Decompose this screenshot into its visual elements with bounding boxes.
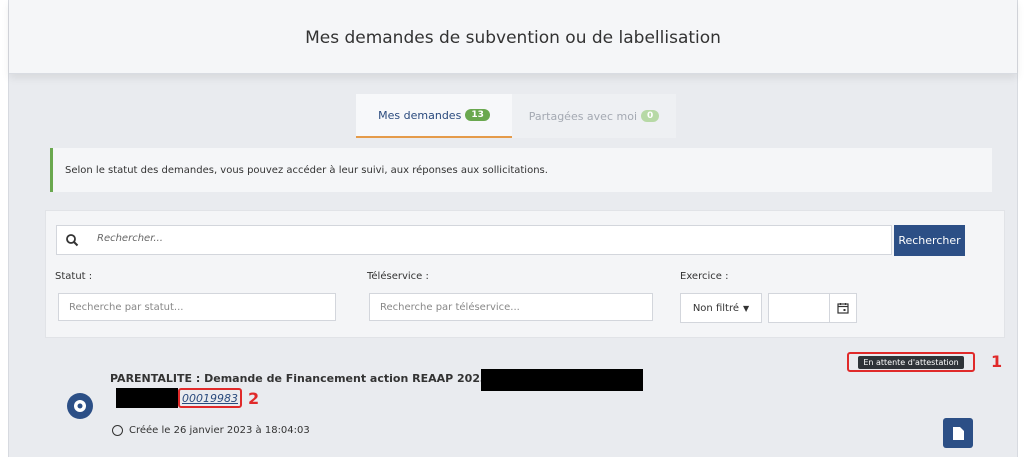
search-input[interactable]: Rechercher... <box>97 233 163 244</box>
caret-down-icon: ▼ <box>743 303 750 313</box>
info-message: Selon le statut des demandes, vous pouve… <box>50 148 992 192</box>
count-badge: 0 <box>641 110 660 122</box>
document-icon <box>952 426 964 440</box>
tab-mes-demandes[interactable]: Mes demandes 13 <box>356 94 512 138</box>
redaction-block <box>481 369 643 391</box>
tab-label: Partagées avec moi <box>528 109 637 123</box>
year-input[interactable] <box>768 293 830 323</box>
tabs: Mes demandes 13 Partagées avec moi 0 <box>356 94 676 138</box>
status-badge: En attente d'attestation <box>858 355 964 369</box>
created-text: Créée le 26 janvier 2023 à 18:04:03 <box>129 425 310 436</box>
annotation-2: 2 <box>248 389 260 408</box>
created-date: Créée le 26 janvier 2023 à 18:04:03 <box>112 425 310 436</box>
clock-icon <box>112 425 123 436</box>
search-icon <box>66 234 79 247</box>
search-bar[interactable]: Rechercher... <box>56 225 892 255</box>
teleservice-label: Téléservice : <box>367 271 429 282</box>
request-title[interactable]: PARENTALITE : Demande de Financement act… <box>110 372 488 385</box>
info-text: Selon le statut des demandes, vous pouve… <box>65 164 548 176</box>
tab-label: Mes demandes <box>378 108 462 122</box>
exercice-label: Exercice : <box>680 271 729 282</box>
document-button[interactable] <box>943 418 973 448</box>
request-type-icon <box>67 393 93 419</box>
annotation-1: 1 <box>991 352 1003 371</box>
tab-partagees[interactable]: Partagées avec moi 0 <box>512 94 676 138</box>
statut-input[interactable]: Recherche par statut... <box>58 293 336 321</box>
calendar-button[interactable] <box>829 293 857 323</box>
select-value: Non filtré <box>692 302 739 314</box>
status-highlight: En attente d'attestation <box>847 352 975 372</box>
request-reference[interactable]: 00019983 <box>182 392 238 405</box>
count-badge: 13 <box>465 109 490 121</box>
reference-highlight: 00019983 <box>178 388 242 408</box>
search-button[interactable]: Rechercher <box>894 225 965 256</box>
redaction-block <box>116 388 178 408</box>
lifebuoy-icon <box>74 400 86 412</box>
page-title: Mes demandes de subvention ou de labelli… <box>305 28 721 48</box>
statut-label: Statut : <box>55 271 93 282</box>
teleservice-input[interactable]: Recherche par téléservice... <box>369 293 653 321</box>
calendar-icon <box>837 303 849 314</box>
page-header: Mes demandes de subvention ou de labelli… <box>9 0 1017 74</box>
exercice-select[interactable]: Non filtré ▼ <box>680 293 762 323</box>
page: Mes demandes de subvention ou de labelli… <box>0 0 1034 457</box>
